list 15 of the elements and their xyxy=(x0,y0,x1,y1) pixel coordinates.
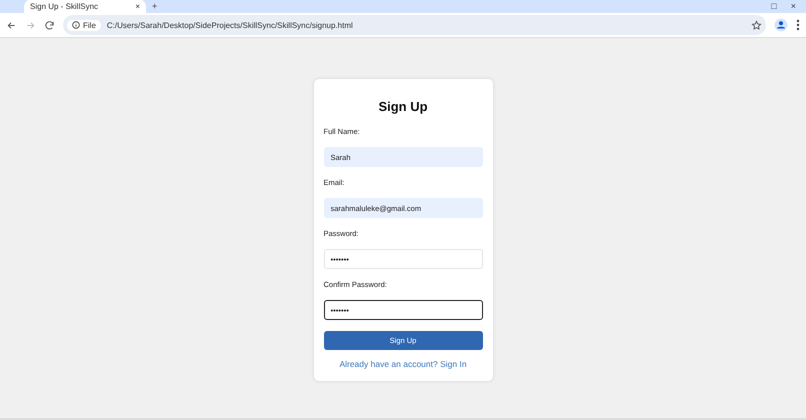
browser-tab[interactable]: Sign Up - SkillSync × xyxy=(24,0,146,13)
info-icon xyxy=(72,21,80,29)
restore-button[interactable]: □ xyxy=(771,2,777,11)
reload-icon[interactable] xyxy=(44,20,55,30)
address-bar[interactable]: File C:/Users/Sarah/Desktop/SideProjects/SkillSync/SkillSync/signup.html xyxy=(63,15,766,35)
star-icon[interactable] xyxy=(751,20,762,30)
close-button[interactable]: × xyxy=(790,2,796,11)
site-info-button[interactable]: File xyxy=(67,20,101,30)
url-text: C:/Users/Sarah/Desktop/SideProjects/SkillSync/SkillSync/signup.html xyxy=(106,20,354,30)
back-icon[interactable] xyxy=(6,20,17,30)
profile-icon[interactable] xyxy=(774,18,788,32)
form-title: Sign Up xyxy=(377,99,429,114)
sign-in-link[interactable]: Already have an account? Sign In xyxy=(324,359,482,369)
new-tab-button[interactable]: + xyxy=(152,2,158,11)
menu-icon[interactable] xyxy=(796,19,800,31)
